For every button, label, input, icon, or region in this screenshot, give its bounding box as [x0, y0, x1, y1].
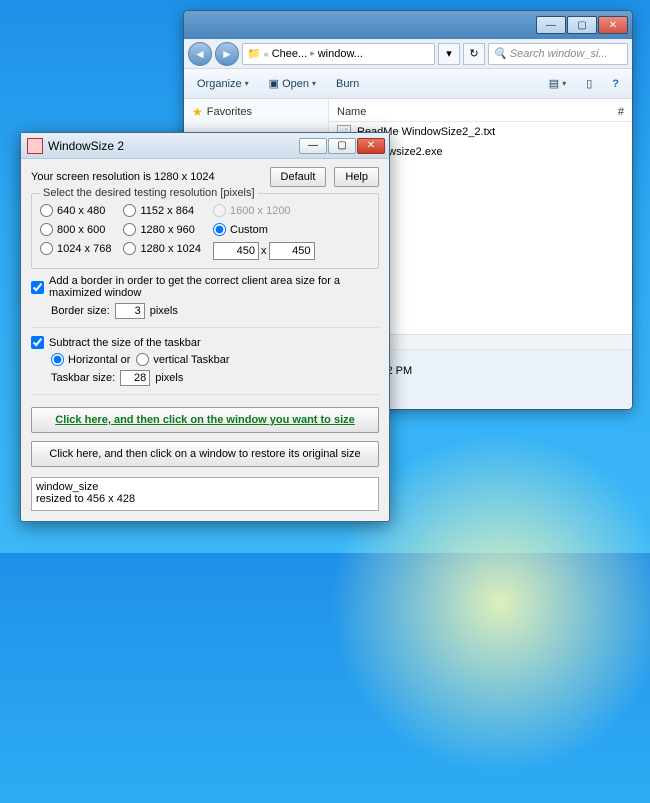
help-button[interactable]: ?: [605, 75, 626, 93]
maximize-button[interactable]: ▢: [328, 138, 356, 154]
column-headers[interactable]: Name #: [329, 103, 632, 122]
taskbar-vert-radio[interactable]: vertical Taskbar: [136, 353, 229, 366]
res-radio[interactable]: 800 x 600: [40, 223, 111, 236]
breadcrumb[interactable]: Chee...: [272, 48, 307, 60]
close-button[interactable]: ✕: [598, 16, 628, 34]
open-icon: ▣: [269, 77, 279, 90]
custom-height-input[interactable]: [269, 242, 315, 260]
taskbar-horiz-radio[interactable]: Horizontal or: [51, 353, 130, 366]
organize-button[interactable]: Organize▾: [190, 75, 256, 93]
explorer-nav: ◄ ► 📁 « Chee... ▸ window... ▾ ↻ 🔍 Search…: [184, 39, 632, 69]
back-button[interactable]: ◄: [188, 42, 212, 66]
res-radio[interactable]: 1280 x 1024: [123, 242, 201, 255]
restore-action-button[interactable]: Click here, and then click on a window t…: [31, 441, 379, 467]
custom-radio[interactable]: Custom: [213, 223, 315, 236]
forward-button[interactable]: ►: [215, 42, 239, 66]
taskbar-size-input[interactable]: [120, 370, 150, 386]
address-bar[interactable]: 📁 « Chee... ▸ window...: [242, 43, 435, 65]
dialog-titlebar: WindowSize 2 — ▢ ✕: [21, 133, 389, 159]
col-hash[interactable]: #: [618, 106, 624, 118]
search-placeholder: Search window_si...: [510, 48, 608, 60]
res-radio-disabled: 1600 x 1200: [213, 204, 315, 217]
border-unit: pixels: [150, 305, 178, 317]
res-radio[interactable]: 640 x 480: [40, 204, 111, 217]
explorer-titlebar: — ▢ ✕: [184, 11, 632, 39]
refresh-button[interactable]: ↻: [463, 43, 485, 65]
group-legend: Select the desired testing resolution [p…: [40, 187, 258, 199]
border-size-label: Border size:: [51, 305, 110, 317]
view-button[interactable]: ▤▾: [542, 74, 573, 93]
taskbar-unit: pixels: [155, 372, 183, 384]
resolution-text: Your screen resolution is 1280 x 1024: [31, 171, 262, 183]
res-radio[interactable]: 1152 x 864: [123, 204, 201, 217]
default-button[interactable]: Default: [270, 167, 327, 187]
close-button[interactable]: ✕: [357, 138, 385, 154]
border-checkbox[interactable]: Add a border in order to get the correct…: [31, 275, 379, 299]
favorites-header[interactable]: ★ Favorites: [192, 105, 320, 119]
star-icon: ★: [192, 105, 203, 119]
dialog-body: Your screen resolution is 1280 x 1024 De…: [21, 159, 389, 521]
size-action-button[interactable]: Click here, and then click on the window…: [31, 407, 379, 433]
search-input[interactable]: 🔍 Search window_si...: [488, 43, 628, 65]
x-label: x: [261, 245, 267, 257]
app-icon: [27, 138, 43, 154]
help-button[interactable]: Help: [334, 167, 379, 187]
res-radio[interactable]: 1280 x 960: [123, 223, 201, 236]
folder-icon: 📁: [247, 47, 261, 60]
dialog-title: WindowSize 2: [48, 139, 298, 153]
explorer-toolbar: Organize▾ ▣ Open▾ Burn ▤▾ ▯ ?: [184, 69, 632, 99]
burn-button[interactable]: Burn: [329, 75, 366, 93]
open-button[interactable]: ▣ Open▾: [262, 74, 323, 93]
maximize-button[interactable]: ▢: [567, 16, 597, 34]
search-icon: 🔍: [493, 47, 507, 60]
breadcrumb[interactable]: window...: [318, 48, 363, 60]
resolution-group: Select the desired testing resolution [p…: [31, 193, 379, 269]
history-dropdown[interactable]: ▾: [438, 43, 460, 65]
taskbar-size-label: Taskbar size:: [51, 372, 115, 384]
minimize-button[interactable]: —: [536, 16, 566, 34]
custom-width-input[interactable]: [213, 242, 259, 260]
col-name[interactable]: Name: [337, 106, 618, 118]
log-output: window_size resized to 456 x 428: [31, 477, 379, 511]
border-size-input[interactable]: [115, 303, 145, 319]
res-radio[interactable]: 1024 x 768: [40, 242, 111, 255]
windowsize-dialog: WindowSize 2 — ▢ ✕ Your screen resolutio…: [20, 132, 390, 522]
preview-pane-button[interactable]: ▯: [579, 74, 599, 93]
taskbar-checkbox[interactable]: Subtract the size of the taskbar: [31, 336, 379, 349]
minimize-button[interactable]: —: [299, 138, 327, 154]
